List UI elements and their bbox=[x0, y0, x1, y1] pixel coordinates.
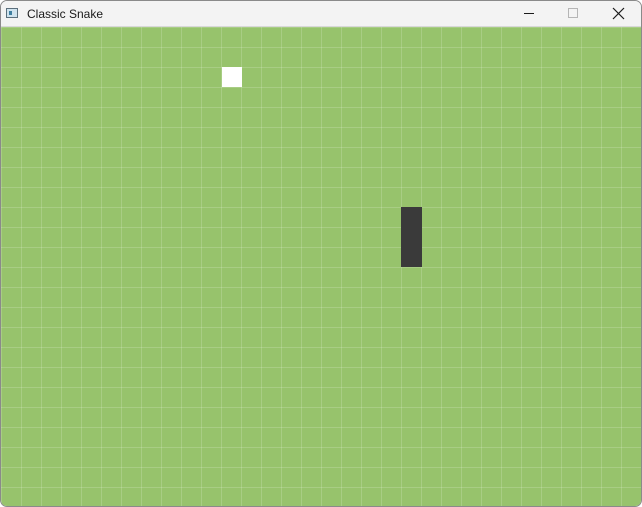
game-window: Classic Snake bbox=[0, 0, 642, 507]
close-icon bbox=[612, 7, 625, 20]
food-pellet bbox=[222, 67, 242, 87]
minimize-button[interactable] bbox=[503, 1, 549, 26]
snake-body bbox=[401, 207, 422, 267]
close-button[interactable] bbox=[595, 1, 641, 26]
window-title: Classic Snake bbox=[27, 7, 104, 21]
window-app-icon bbox=[6, 8, 18, 18]
title-bar[interactable]: Classic Snake bbox=[1, 1, 641, 27]
minimize-icon bbox=[524, 13, 534, 14]
maximize-icon bbox=[568, 8, 578, 18]
maximize-button[interactable] bbox=[549, 1, 595, 26]
game-board[interactable] bbox=[1, 27, 641, 506]
